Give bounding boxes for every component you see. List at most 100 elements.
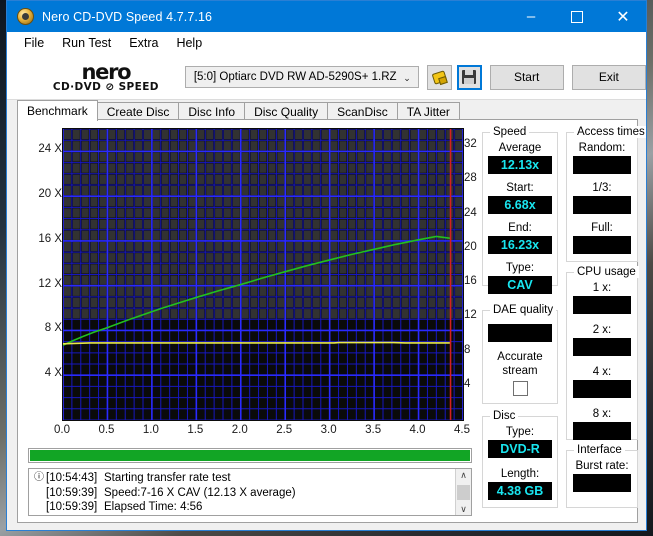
x-axis-tick: 4.5 [454,424,470,436]
plug-icon [431,70,447,84]
cpu-usage-title: CPU usage [574,266,639,278]
speed-average-label: Average [498,142,542,154]
log-message: Starting transfer rate test [104,472,231,484]
speed-panel: Speed Average 12.13x Start: 6.68x End: 1… [482,126,558,294]
burst-rate-value [573,474,631,492]
logo-line-1: nero [81,59,132,84]
chart-plot-inner [63,129,463,420]
start-button[interactable]: Start [489,64,564,90]
window-controls: – ✕ [508,1,646,32]
speed-type-value: CAV [488,276,552,294]
info-icon: ⓘ [34,472,44,483]
exit-button[interactable]: Exit [571,64,646,90]
log-timestamp: [10:59:39] [46,486,98,499]
scrollbar-thumb[interactable] [457,484,470,500]
title-bar: Nero CD-DVD Speed 4.7.7.16 – ✕ [7,1,646,32]
log-timestamp: [10:59:39] [46,501,98,513]
accurate-stream-label-1: Accurate [497,351,543,363]
logo-line-2: CD·DVD ⊘ SPEED [52,80,159,93]
x-axis-labels: 0.0 0.5 1.0 1.5 2.0 2.5 3.0 3.5 4.0 4.5 [18,424,478,440]
speed-start-value: 6.68x [488,196,552,214]
x-axis-tick: 0.0 [54,424,70,436]
dae-quality-value [488,324,552,342]
y-axis-left-tick: 8 X [44,322,62,335]
access-full-label: Full: [591,222,613,234]
chart-svg [63,129,463,420]
log-row: [10:59:39] Elapsed Time: 4:56 [32,500,455,515]
y-axis-left-tick: 20 X [38,188,62,201]
disc-type-value: DVD-R [488,440,552,458]
x-axis-tick: 3.5 [365,424,382,436]
cpu-2x-label: 2 x: [592,324,612,336]
app-icon [17,8,34,25]
log-row: ⓘ [10:54:43] Starting transfer rate test [32,471,455,486]
dae-quality-panel: DAE quality Accurate stream [482,304,558,404]
maximize-button[interactable] [554,1,600,32]
menu-item-file[interactable]: File [15,34,53,52]
transfer-rate-chart: 4 X8 X 12 X 16 X 20 X 24 X 4 8 12 16 20 24 28 32 0.… [18,120,478,436]
access-times-title: Access times [574,126,646,138]
access-random-label: Random: [578,142,626,154]
log-message: Speed:7-16 X CAV (12.13 X average) [104,486,296,499]
access-times-panel: Access times Random: 1/3: Full: [566,126,646,262]
y-axis-left-tick: 16 X [38,232,62,245]
cpu-1x-value [573,296,631,314]
save-button[interactable] [456,64,482,90]
cpu-2x-value [573,338,631,356]
log-timestamp: [10:54:43] [46,472,98,484]
x-axis-tick: 4.0 [409,424,426,436]
disc-panel-title: Disc [490,410,519,422]
log-row-spacer [32,486,46,501]
log-row: [10:59:39] Speed:7-16 X CAV (12.13 X aver… [32,486,455,501]
plug-button[interactable] [426,64,452,90]
y-axis-left-labels: 4 X 8 X 12 X 16 X 20 X 24 X [18,120,62,420]
close-button[interactable]: ✕ [600,1,646,32]
access-third-value [573,196,631,214]
y-axis-left-tick: 4 X [44,367,62,380]
progress-bar [28,448,472,463]
scroll-down-icon[interactable]: ∨ [460,503,467,515]
minimize-button[interactable]: – [508,1,554,32]
speed-end-label: End: [508,222,532,234]
disc-length-value: 4.38 GB [488,482,552,500]
tab-benchmark[interactable]: Benchmark [17,100,98,121]
x-axis-tick: 2.5 [276,424,293,436]
scroll-up-icon[interactable]: ∧ [460,469,467,481]
y-axis-left-tick: 24 X [38,143,62,156]
nero-cd-dvd-speed-window: Nero CD-DVD Speed 4.7.7.16 – ✕ File Run … [6,0,647,531]
x-axis-tick: 1.0 [142,424,159,436]
tab-strip: Benchmark Create Disc Disc Info Disc Qua… [7,100,646,121]
log-row-spacer [32,500,46,515]
accurate-stream-label-2: stream [502,365,538,377]
cpu-usage-panel: CPU usage 1 x: 2 x: 4 x: 8 x: [566,266,639,440]
nero-logo: nero CD·DVD ⊘ SPEED [37,59,175,93]
chart-plot-area [62,128,464,421]
benchmark-panel: 4 X8 X 12 X 16 X 20 X 24 X 4 8 12 16 20 24 28 32 0.… [17,119,646,523]
burst-rate-label: Burst rate: [575,460,629,472]
log-scrollbar[interactable]: ∧ ∨ [455,469,471,515]
x-axis-tick: 2.0 [231,424,248,436]
dae-quality-title: DAE quality [490,304,557,316]
chevron-down-icon: ⌄ [403,73,411,83]
window-title: Nero CD-DVD Speed 4.7.7.16 [42,9,213,24]
menu-item-extra[interactable]: Extra [120,34,167,52]
speed-end-value: 16.23x [488,236,552,254]
cpu-8x-value [573,422,631,440]
log-message: Elapsed Time: 4:56 [104,501,203,513]
disc-panel: Disc Type: DVD-R Length: 4.38 GB [482,410,558,508]
log-panel: ⓘ [10:54:43] Starting transfer rate test [1… [28,468,472,516]
menu-item-help[interactable]: Help [167,34,211,52]
disc-type-label: Type: [505,426,535,438]
interface-panel: Interface Burst rate: [566,444,638,508]
menu-bar: File Run Test Extra Help [7,32,646,55]
drive-select-dropdown[interactable]: [5:0] Optiarc DVD RW AD-5290S+ 1.RZ ⌄ [184,66,419,88]
floppy-save-icon [462,70,477,84]
access-third-label: 1/3: [592,182,612,194]
accurate-stream-checkbox[interactable] [512,381,528,396]
menu-item-run-test[interactable]: Run Test [53,34,120,52]
speed-average-value: 12.13x [488,156,552,174]
toolbar: nero CD·DVD ⊘ SPEED [5:0] Optiarc DVD RW… [7,55,646,100]
cpu-1x-label: 1 x: [592,282,612,294]
access-full-value [573,236,631,254]
log-entries: ⓘ [10:54:43] Starting transfer rate test [1… [29,469,455,515]
